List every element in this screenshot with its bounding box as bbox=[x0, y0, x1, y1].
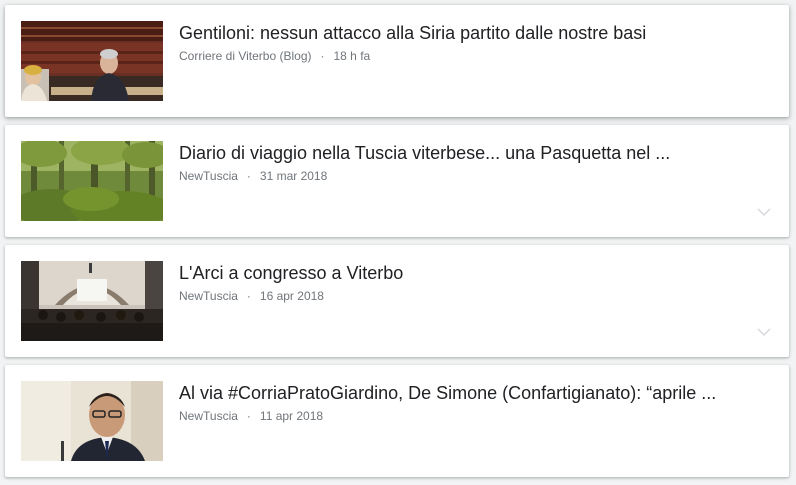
article-source[interactable]: Corriere di Viterbo (Blog) bbox=[179, 49, 312, 63]
forest-photo-icon bbox=[21, 141, 163, 221]
article-time: 18 h fa bbox=[333, 49, 371, 63]
chevron-down-icon[interactable] bbox=[755, 323, 773, 341]
news-card[interactable]: Diario di viaggio nella Tuscia viterbese… bbox=[5, 125, 789, 237]
article-source[interactable]: NewTuscia bbox=[179, 409, 238, 423]
article-time: 31 mar 2018 bbox=[259, 169, 328, 183]
conference-hall-photo-icon bbox=[21, 261, 163, 341]
meta-separator: · bbox=[320, 49, 325, 63]
article-meta: Corriere di Viterbo (Blog) · 18 h fa bbox=[179, 48, 370, 64]
news-card[interactable]: L'Arci a congresso a Viterbo NewTuscia · 1… bbox=[5, 245, 789, 357]
article-headline[interactable]: L'Arci a congresso a Viterbo bbox=[179, 262, 773, 284]
article-time: 16 apr 2018 bbox=[259, 289, 324, 303]
article-headline[interactable]: Al via #CorriaPratoGiardino, De Simone (… bbox=[179, 382, 773, 404]
man-portrait-photo-icon bbox=[21, 381, 163, 461]
article-thumbnail[interactable] bbox=[21, 141, 163, 221]
article-meta: NewTuscia · 31 mar 2018 bbox=[179, 168, 327, 184]
article-thumbnail[interactable] bbox=[21, 21, 163, 101]
article-source[interactable]: NewTuscia bbox=[179, 289, 238, 303]
meta-separator: · bbox=[246, 289, 251, 303]
news-card[interactable]: Gentiloni: nessun attacco alla Siria par… bbox=[5, 5, 789, 117]
article-thumbnail[interactable] bbox=[21, 381, 163, 461]
article-source[interactable]: NewTuscia bbox=[179, 169, 238, 183]
news-feed: Gentiloni: nessun attacco alla Siria par… bbox=[5, 5, 789, 485]
meta-separator: · bbox=[246, 169, 251, 183]
article-meta: NewTuscia · 11 apr 2018 bbox=[179, 408, 323, 424]
article-headline[interactable]: Diario di viaggio nella Tuscia viterbese… bbox=[179, 142, 773, 164]
meta-separator: · bbox=[246, 409, 251, 423]
parliament-photo-icon bbox=[21, 21, 163, 101]
article-meta: NewTuscia · 16 apr 2018 bbox=[179, 288, 324, 304]
article-headline[interactable]: Gentiloni: nessun attacco alla Siria par… bbox=[179, 22, 773, 44]
article-thumbnail[interactable] bbox=[21, 261, 163, 341]
news-card[interactable]: Al via #CorriaPratoGiardino, De Simone (… bbox=[5, 365, 789, 477]
chevron-down-icon[interactable] bbox=[755, 203, 773, 221]
article-time: 11 apr 2018 bbox=[259, 409, 324, 423]
